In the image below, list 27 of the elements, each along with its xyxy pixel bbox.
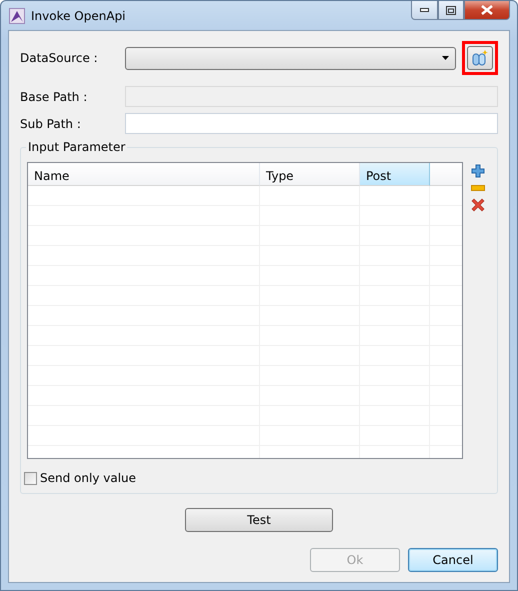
add-datasource-button[interactable]: [467, 46, 493, 70]
column-header[interactable]: Name: [28, 163, 260, 186]
checkbox-label: Send only value: [40, 471, 136, 485]
dropdown-arrow-icon: [442, 56, 449, 60]
field-label: Base Path :: [20, 90, 88, 104]
dialog-button[interactable]: Cancel: [408, 548, 498, 572]
datasource-dropdown[interactable]: [125, 46, 456, 70]
close-button[interactable]: [464, 1, 510, 20]
window-title: Invoke OpenApi: [31, 8, 126, 22]
add-icon[interactable]: [471, 164, 485, 178]
minimize-icon: [420, 8, 429, 12]
maximize-icon: [446, 6, 456, 14]
database-icon: [472, 50, 488, 66]
maximize-button[interactable]: [438, 1, 464, 20]
column-header[interactable]: Post: [360, 163, 430, 186]
checkbox[interactable]: [24, 472, 37, 484]
delete-icon[interactable]: [471, 198, 485, 212]
sub-path-field[interactable]: [125, 113, 498, 134]
column-header[interactable]: Type: [260, 163, 360, 186]
field-label: Sub Path :: [20, 116, 82, 130]
test-button[interactable]: Test: [185, 508, 333, 532]
close-icon: [481, 5, 493, 15]
field-label: DataSource :: [20, 51, 99, 65]
app-icon: [9, 8, 25, 24]
minus-icon[interactable]: [471, 184, 485, 192]
group-title: Input Parameter: [27, 140, 126, 154]
minimize-button[interactable]: [411, 1, 438, 20]
